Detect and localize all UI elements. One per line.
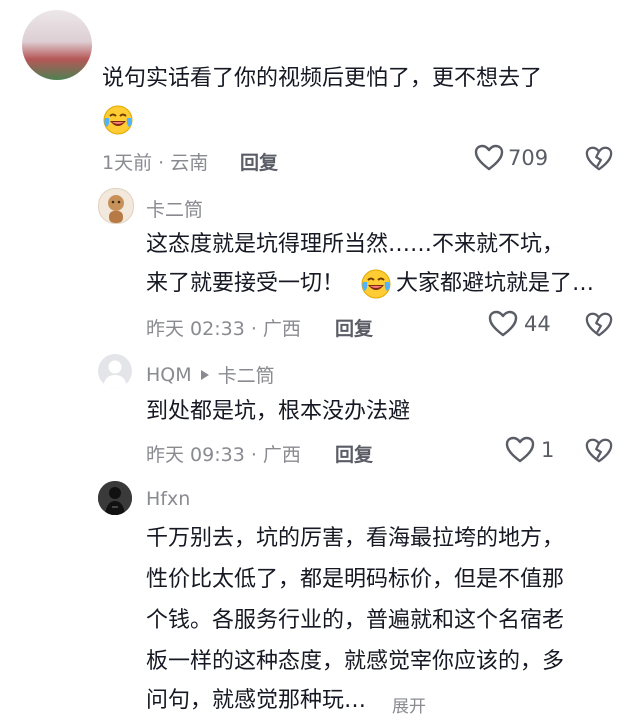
comment-text: 性价比太低了，都是明码标价，但是不值那 [146,567,565,592]
avatar[interactable] [22,10,92,80]
heart-outline-icon [505,436,535,464]
username[interactable]: HQM [146,364,192,386]
comment-text: 千万别去，坑的厉害，看海最拉垮的地方， [146,526,565,551]
reply-header: HQM 卡二筒 [146,361,275,388]
reply-button[interactable]: 回复 [335,440,373,467]
avatar[interactable] [98,354,132,388]
like-count: 44 [524,312,551,336]
comment-text: 板一样的这种态度，就感觉宰你应该的，多 [146,649,565,674]
heart-outline-icon [488,310,518,338]
crying-laughing-emoji [360,268,392,300]
username[interactable]: 卡二筒 [146,195,203,222]
comment-text: 到处都是坑，根本没办法避 [146,399,411,424]
comment-meta: 1天前 · 云南 [102,152,209,174]
broken-heart-icon[interactable] [585,437,613,465]
expand-button[interactable]: 展开 [392,692,426,717]
comment-meta: 昨天 09:33 · 广西 [146,444,301,466]
heart-outline-icon [474,144,504,172]
comment-text: 大家都避坑就是了… [396,271,595,296]
like-button[interactable]: 1 [505,436,554,464]
broken-heart-icon[interactable] [585,145,613,173]
comment-text: 来了就要接受一切！ [146,271,345,296]
comment-meta: 昨天 02:33 · 广西 [146,318,301,340]
like-button[interactable]: 44 [488,310,551,338]
like-count: 709 [508,146,549,170]
reply-arrow-icon [200,369,210,381]
reply-button[interactable]: 回复 [335,314,373,341]
like-count: 1 [541,438,555,462]
username[interactable]: Hfxn [146,488,190,510]
comment-text: 问句，就感觉那种玩… [146,688,367,713]
avatar[interactable] [98,188,134,224]
reply-button[interactable]: 回复 [240,148,278,175]
like-button[interactable]: 709 [474,144,548,172]
broken-heart-icon[interactable] [585,311,613,339]
comment-text: 个钱。各服务行业的，普遍就和这个名宿老 [146,608,565,633]
comment-text: 这态度就是坑得理所当然……不来就不坑， [146,232,565,257]
reply-to-username[interactable]: 卡二筒 [218,361,275,388]
avatar[interactable] [98,481,132,515]
crying-laughing-emoji [102,104,134,136]
comment-text: 说句实话看了你的视频后更怕了，更不想去了 [102,66,543,91]
